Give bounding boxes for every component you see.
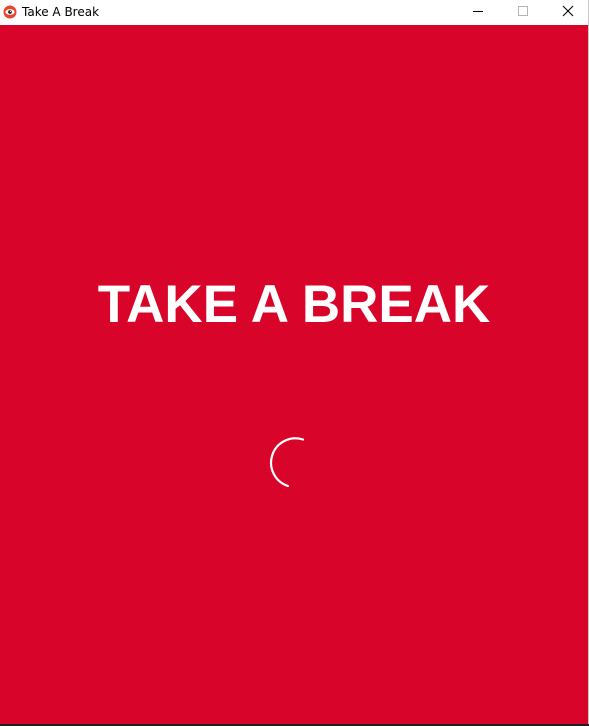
minimize-button[interactable] bbox=[455, 0, 500, 25]
window-title: Take A Break bbox=[22, 5, 100, 19]
close-button[interactable] bbox=[545, 0, 589, 25]
close-icon bbox=[562, 4, 574, 22]
maximize-icon bbox=[517, 4, 529, 22]
minimize-icon bbox=[472, 4, 484, 22]
app-window: Take A Break TAKE A BREAK bbox=[0, 0, 589, 724]
maximize-button[interactable] bbox=[500, 0, 545, 25]
eye-icon bbox=[3, 5, 17, 19]
break-screen: TAKE A BREAK bbox=[0, 25, 588, 724]
loading-spinner-icon bbox=[265, 431, 321, 488]
break-headline: TAKE A BREAK bbox=[97, 275, 491, 334]
title-bar[interactable]: Take A Break bbox=[0, 0, 588, 25]
